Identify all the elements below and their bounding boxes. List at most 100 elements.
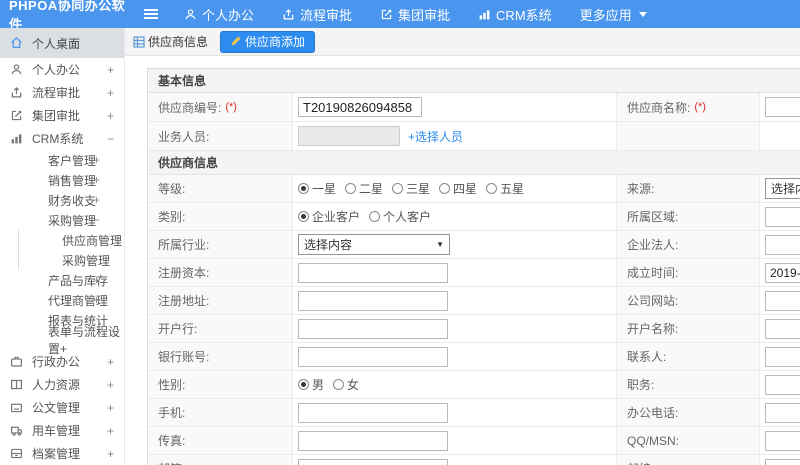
zip-input[interactable] <box>765 458 800 465</box>
supplier-info-section: 供应商信息 等级: 一星 二星 三星 四星 五星 来源: 选择内容▼ 类别: <box>148 151 800 465</box>
collapse-icon[interactable]: − <box>93 213 100 227</box>
sidebar-item-human-resources[interactable]: 人力资源 + <box>0 373 124 396</box>
contact-input[interactable] <box>765 346 800 367</box>
sidebar-item-form-flow-settings[interactable]: 表单与流程设置+ <box>0 325 124 356</box>
region-input[interactable] <box>765 206 800 227</box>
tab-supplier-info[interactable]: 供应商信息 <box>133 33 208 50</box>
section-title: 供应商信息 <box>148 151 800 175</box>
job-title-input[interactable] <box>765 374 800 395</box>
radio-level-5[interactable]: 五星 <box>486 180 524 197</box>
sidebar-item-sales-mgmt[interactable]: 销售管理 + <box>0 170 124 190</box>
expand-icon[interactable]: + <box>107 424 114 438</box>
label-text: 业务人员: <box>158 129 210 144</box>
sidebar-item-archive-mgmt[interactable]: 档案管理 + <box>0 442 124 465</box>
fax-input[interactable] <box>298 430 448 451</box>
expand-icon[interactable]: + <box>107 447 114 461</box>
field-value <box>293 455 617 465</box>
source-select[interactable]: 选择内容▼ <box>765 178 800 199</box>
field-label: 银行账号: <box>148 343 293 370</box>
expand-icon[interactable]: + <box>93 193 100 207</box>
qq-msn-input[interactable] <box>765 430 800 451</box>
field-label: QQ/MSN: <box>617 427 760 454</box>
radio-gender-male[interactable]: 男 <box>298 376 324 393</box>
field-value <box>760 371 800 398</box>
radio-level-1[interactable]: 一星 <box>298 180 336 197</box>
field-label: 所属区域: <box>617 203 760 230</box>
sidebar-item-label: 档案管理 <box>32 447 81 461</box>
topbar-nav: 个人办公 流程审批 集团审批 CRM系统 更多应用 <box>184 5 675 24</box>
founded-date-input[interactable] <box>765 262 800 283</box>
supplier-name-input[interactable] <box>765 97 800 117</box>
office-phone-input[interactable] <box>765 402 800 423</box>
nav-more-apps[interactable]: 更多应用 <box>580 5 647 24</box>
sidebar-item-vehicle-mgmt[interactable]: 用车管理 + <box>0 419 124 442</box>
field-value <box>760 93 800 121</box>
nav-group-approval[interactable]: 集团审批 <box>380 5 450 24</box>
sidebar-item-customer-mgmt[interactable]: 客户管理 + <box>0 150 124 170</box>
field-label: 供应商编号: (*) <box>148 93 293 121</box>
sidebar-item-purchasing[interactable]: 采购管理 <box>19 250 124 270</box>
registered-capital-input[interactable] <box>298 262 448 283</box>
choose-staff-link[interactable]: +选择人员 <box>408 128 463 145</box>
bank-account-input[interactable] <box>298 346 448 367</box>
sidebar-item-admin-office[interactable]: 行政办公 + <box>0 350 124 373</box>
label-text: 注册地址: <box>158 294 210 308</box>
expand-icon[interactable]: + <box>107 378 114 392</box>
email-input[interactable] <box>298 458 448 465</box>
mobile-input[interactable] <box>298 402 448 423</box>
field-value <box>760 315 800 342</box>
sidebar-item-supplier-mgmt[interactable]: 供应商管理 <box>19 230 124 250</box>
expand-icon[interactable]: + <box>107 63 114 77</box>
expand-icon[interactable]: + <box>93 153 100 167</box>
expand-icon[interactable]: + <box>107 109 114 123</box>
sidebar-item-personal-desktop[interactable]: 个人桌面 <box>0 28 124 58</box>
radio-level-3[interactable]: 三星 <box>392 180 430 197</box>
radio-gender-female[interactable]: 女 <box>333 376 359 393</box>
registered-address-input[interactable] <box>298 290 448 311</box>
radio-category-personal[interactable]: 个人客户 <box>369 208 431 225</box>
table-grid-icon <box>133 35 145 48</box>
sidebar-item-document-mgmt[interactable]: 公文管理 + <box>0 396 124 419</box>
hamburger-menu-icon[interactable] <box>144 9 158 19</box>
expand-icon[interactable]: + <box>107 401 114 415</box>
radio-category-enterprise[interactable]: 企业客户 <box>298 208 360 225</box>
industry-select[interactable]: 选择内容 ▼ <box>298 234 450 255</box>
sidebar-item-group-approval[interactable]: 集团审批 + <box>0 104 124 127</box>
sidebar-item-purchase-mgmt[interactable]: 采购管理 − <box>0 210 124 230</box>
sidebar-item-product-inventory[interactable]: 产品与库存 + <box>0 270 124 290</box>
label-text: 来源: <box>627 182 655 196</box>
sidebar-item-workflow-approval[interactable]: 流程审批 + <box>0 81 124 104</box>
radio-level-2[interactable]: 二星 <box>345 180 383 197</box>
expand-icon[interactable]: + <box>107 355 114 369</box>
label-text: 联系人: <box>627 350 667 364</box>
supplier-no-input[interactable] <box>298 97 422 117</box>
expand-icon[interactable]: + <box>107 86 114 100</box>
tab-label: 供应商信息 <box>148 35 209 49</box>
tab-strip: 供应商信息 供应商添加 <box>125 28 800 56</box>
radio-label: 女 <box>347 378 360 392</box>
tab-supplier-add[interactable]: 供应商添加 <box>220 30 316 53</box>
nav-personal-office[interactable]: 个人办公 <box>184 5 254 24</box>
radio-label: 男 <box>312 378 325 392</box>
collapse-icon[interactable]: − <box>107 132 114 146</box>
expand-icon[interactable]: + <box>93 293 100 307</box>
expand-icon[interactable]: + <box>93 173 100 187</box>
sidebar-item-agent-mgmt[interactable]: 代理商管理 + <box>0 290 124 310</box>
legal-person-input[interactable] <box>765 234 800 255</box>
account-name-input[interactable] <box>765 318 800 339</box>
form-row-gender-jobtitle: 性别: 男 女 职务: <box>148 371 800 399</box>
website-input[interactable] <box>765 290 800 311</box>
bank-input[interactable] <box>298 318 448 339</box>
staff-input[interactable] <box>298 126 400 146</box>
sidebar-item-crm-system[interactable]: CRM系统 − <box>0 127 124 150</box>
sidebar-item-personal-office[interactable]: 个人办公 + <box>0 58 124 81</box>
form-row-regaddress-website: 注册地址: 公司网站: <box>148 287 800 315</box>
expand-icon[interactable]: + <box>93 273 100 287</box>
nav-workflow-approval[interactable]: 流程审批 <box>282 5 352 24</box>
nav-crm-system[interactable]: CRM系统 <box>478 5 552 24</box>
radio-level-4[interactable]: 四星 <box>439 180 477 197</box>
sidebar-item-label: CRM系统 <box>32 132 84 146</box>
bar-chart-icon <box>10 132 24 146</box>
sidebar-item-finance[interactable]: 财务收支 + <box>0 190 124 210</box>
radio-icon <box>333 379 345 390</box>
